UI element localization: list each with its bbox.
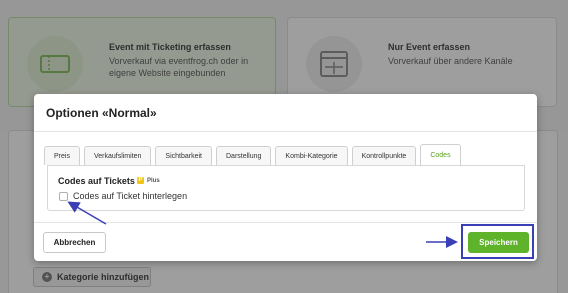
annotation-arrows (67, 201, 458, 248)
checkbox-arrow-icon (67, 201, 107, 225)
